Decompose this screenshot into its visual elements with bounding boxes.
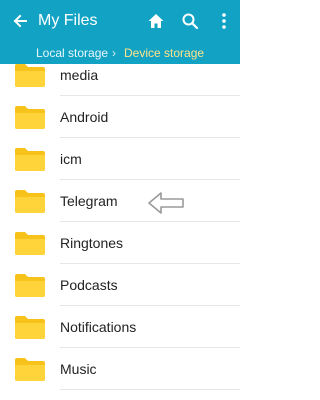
app-bar: My Files — [0, 0, 240, 42]
list-item[interactable]: Podcasts — [0, 264, 240, 306]
list-item[interactable]: Notifications — [0, 306, 240, 348]
folder-icon — [14, 272, 46, 298]
list-item[interactable]: Android — [0, 96, 240, 138]
folder-icon — [14, 314, 46, 340]
folder-icon — [14, 104, 46, 130]
folder-name: Music — [60, 361, 97, 377]
list-item[interactable]: Music — [0, 348, 240, 390]
back-arrow-icon[interactable] — [10, 11, 30, 31]
folder-icon — [14, 230, 46, 256]
folder-list: media Android icm Telegram Ringtones Pod… — [0, 64, 240, 400]
folder-name: icm — [60, 151, 82, 167]
folder-icon — [14, 356, 46, 382]
breadcrumb-separator-icon: › — [112, 46, 116, 60]
list-item[interactable]: Telegram — [0, 180, 240, 222]
folder-name: Ringtones — [60, 235, 124, 251]
list-item[interactable]: media — [0, 64, 240, 96]
folder-icon — [14, 188, 46, 214]
breadcrumb-device-storage[interactable]: Device storage — [124, 42, 204, 64]
list-item[interactable]: icm — [0, 138, 240, 180]
folder-icon — [14, 64, 46, 88]
list-item[interactable]: Ringtones — [0, 222, 240, 264]
folder-name: Podcasts — [60, 277, 118, 293]
folder-name: Android — [60, 109, 109, 125]
more-options-icon[interactable] — [214, 11, 234, 31]
divider — [60, 389, 240, 390]
home-icon[interactable] — [146, 11, 166, 31]
breadcrumb-local-storage[interactable]: Local storage — [36, 42, 108, 64]
breadcrumb: Local storage › Device storage — [0, 42, 240, 64]
folder-name: Notifications — [60, 319, 137, 335]
folder-icon — [14, 146, 46, 172]
hollow-arrow-left-icon — [146, 190, 186, 216]
folder-name: media — [60, 67, 99, 83]
folder-name: Telegram — [60, 193, 118, 209]
search-icon[interactable] — [180, 11, 200, 31]
page-title: My Files — [38, 12, 98, 29]
